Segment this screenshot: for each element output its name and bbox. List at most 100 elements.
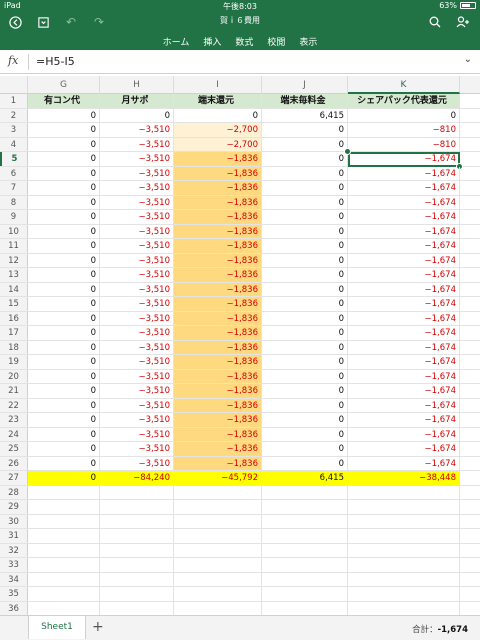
cell-h[interactable]: −3,510 [100,253,174,267]
cell-j[interactable]: 0 [262,369,348,383]
cell-i[interactable]: −2,700 [174,137,262,151]
cell-j[interactable] [262,529,348,543]
cell-k[interactable]: −1,674 [348,398,460,412]
cell-j[interactable] [262,572,348,586]
column-header-g[interactable]: G [28,76,100,94]
cell-j[interactable] [262,601,348,615]
row-number[interactable]: 34 [0,572,28,586]
cell-h[interactable]: −3,510 [100,224,174,238]
cell-i[interactable]: 0 [174,108,262,122]
row-number[interactable]: 13 [0,268,28,282]
cell-k[interactable] [348,572,460,586]
column-header-j[interactable]: J [262,76,348,94]
cell-h[interactable]: −3,510 [100,326,174,340]
cell-i[interactable]: −1,836 [174,195,262,209]
cell-g[interactable]: 0 [28,108,100,122]
cell-j[interactable]: 0 [262,137,348,151]
tab-formulas[interactable]: 数式 [235,35,253,48]
cell-g[interactable]: 0 [28,355,100,369]
cell-j[interactable]: 端末毎料金 [262,94,348,108]
column-header-k[interactable]: K [348,76,460,94]
cell-i[interactable]: −1,836 [174,398,262,412]
cell-k[interactable] [348,543,460,557]
cell-i[interactable] [174,500,262,514]
row-number[interactable]: 20 [0,369,28,383]
cell-i[interactable] [174,601,262,615]
cell-j[interactable]: 0 [262,442,348,456]
row-number[interactable]: 36 [0,601,28,615]
cell-j[interactable] [262,587,348,601]
cell-j[interactable]: 0 [262,311,348,325]
cell-g[interactable]: 0 [28,268,100,282]
cell-k[interactable]: −1,674 [348,384,460,398]
cell-j[interactable] [262,500,348,514]
cell-k[interactable] [348,601,460,615]
fx-icon[interactable]: fx [8,54,18,67]
cell-i[interactable]: −1,836 [174,152,262,166]
row-number[interactable]: 15 [0,297,28,311]
cell-h[interactable] [100,529,174,543]
cell-h[interactable]: −3,510 [100,282,174,296]
row-number[interactable]: 33 [0,558,28,572]
selection-handle-start[interactable] [344,148,351,155]
cell-h[interactable] [100,514,174,528]
cell-k[interactable]: −810 [348,137,460,151]
cell-h[interactable]: −84,240 [100,471,174,485]
row-number[interactable]: 23 [0,413,28,427]
cell-i[interactable]: −1,836 [174,413,262,427]
formula-input[interactable]: =H5-I5 [36,55,75,68]
cell-h[interactable]: −3,510 [100,239,174,253]
cell-g[interactable]: 0 [28,123,100,137]
cell-g[interactable]: 0 [28,326,100,340]
cell-j[interactable]: 0 [262,181,348,195]
cell-j[interactable]: 0 [262,413,348,427]
cell-k[interactable]: −1,674 [348,297,460,311]
cell-k[interactable]: −1,674 [348,253,460,267]
cell-h[interactable]: −3,510 [100,268,174,282]
cell-j[interactable]: 6,415 [262,108,348,122]
cell-k[interactable]: −1,674 [348,355,460,369]
cell-j[interactable]: 0 [262,282,348,296]
row-number[interactable]: 2 [0,108,28,122]
cell-g[interactable] [28,572,100,586]
cell-i[interactable]: −1,836 [174,210,262,224]
row-number[interactable]: 30 [0,514,28,528]
cell-k[interactable]: −1,674 [348,195,460,209]
cell-i[interactable]: −1,836 [174,268,262,282]
cell-k[interactable]: −1,674 [348,166,460,180]
cell-i[interactable]: −1,836 [174,166,262,180]
cell-j[interactable]: 0 [262,456,348,470]
cell-g[interactable]: 0 [28,195,100,209]
cell-k[interactable]: −1,674 [348,268,460,282]
row-number[interactable]: 9 [0,210,28,224]
row-number[interactable]: 24 [0,427,28,441]
cell-h[interactable]: −3,510 [100,355,174,369]
cell-h[interactable]: −3,510 [100,413,174,427]
row-number[interactable]: 4 [0,137,28,151]
cell-h[interactable]: −3,510 [100,166,174,180]
cell-j[interactable]: 0 [262,398,348,412]
cell-g[interactable]: 0 [28,384,100,398]
tab-view[interactable]: 表示 [299,35,317,48]
cell-h[interactable] [100,485,174,499]
cell-g[interactable] [28,558,100,572]
cell-j[interactable]: 0 [262,195,348,209]
cell-i[interactable]: −1,836 [174,355,262,369]
cell-h[interactable] [100,558,174,572]
cell-k[interactable] [348,500,460,514]
cell-g[interactable] [28,514,100,528]
cell-g[interactable]: 0 [28,442,100,456]
cell-g[interactable]: 0 [28,282,100,296]
cell-g[interactable]: 0 [28,239,100,253]
cell-i[interactable] [174,572,262,586]
row-number[interactable]: 16 [0,311,28,325]
column-header-i[interactable]: I [174,76,262,94]
cell-h[interactable]: 月サポ [100,94,174,108]
cell-i[interactable]: 端末還元 [174,94,262,108]
row-number[interactable]: 1 [0,94,28,108]
cell-j[interactable]: 0 [262,239,348,253]
tab-review[interactable]: 校閲 [267,35,285,48]
cell-h[interactable]: −3,510 [100,181,174,195]
cell-k[interactable] [348,529,460,543]
cell-g[interactable] [28,601,100,615]
